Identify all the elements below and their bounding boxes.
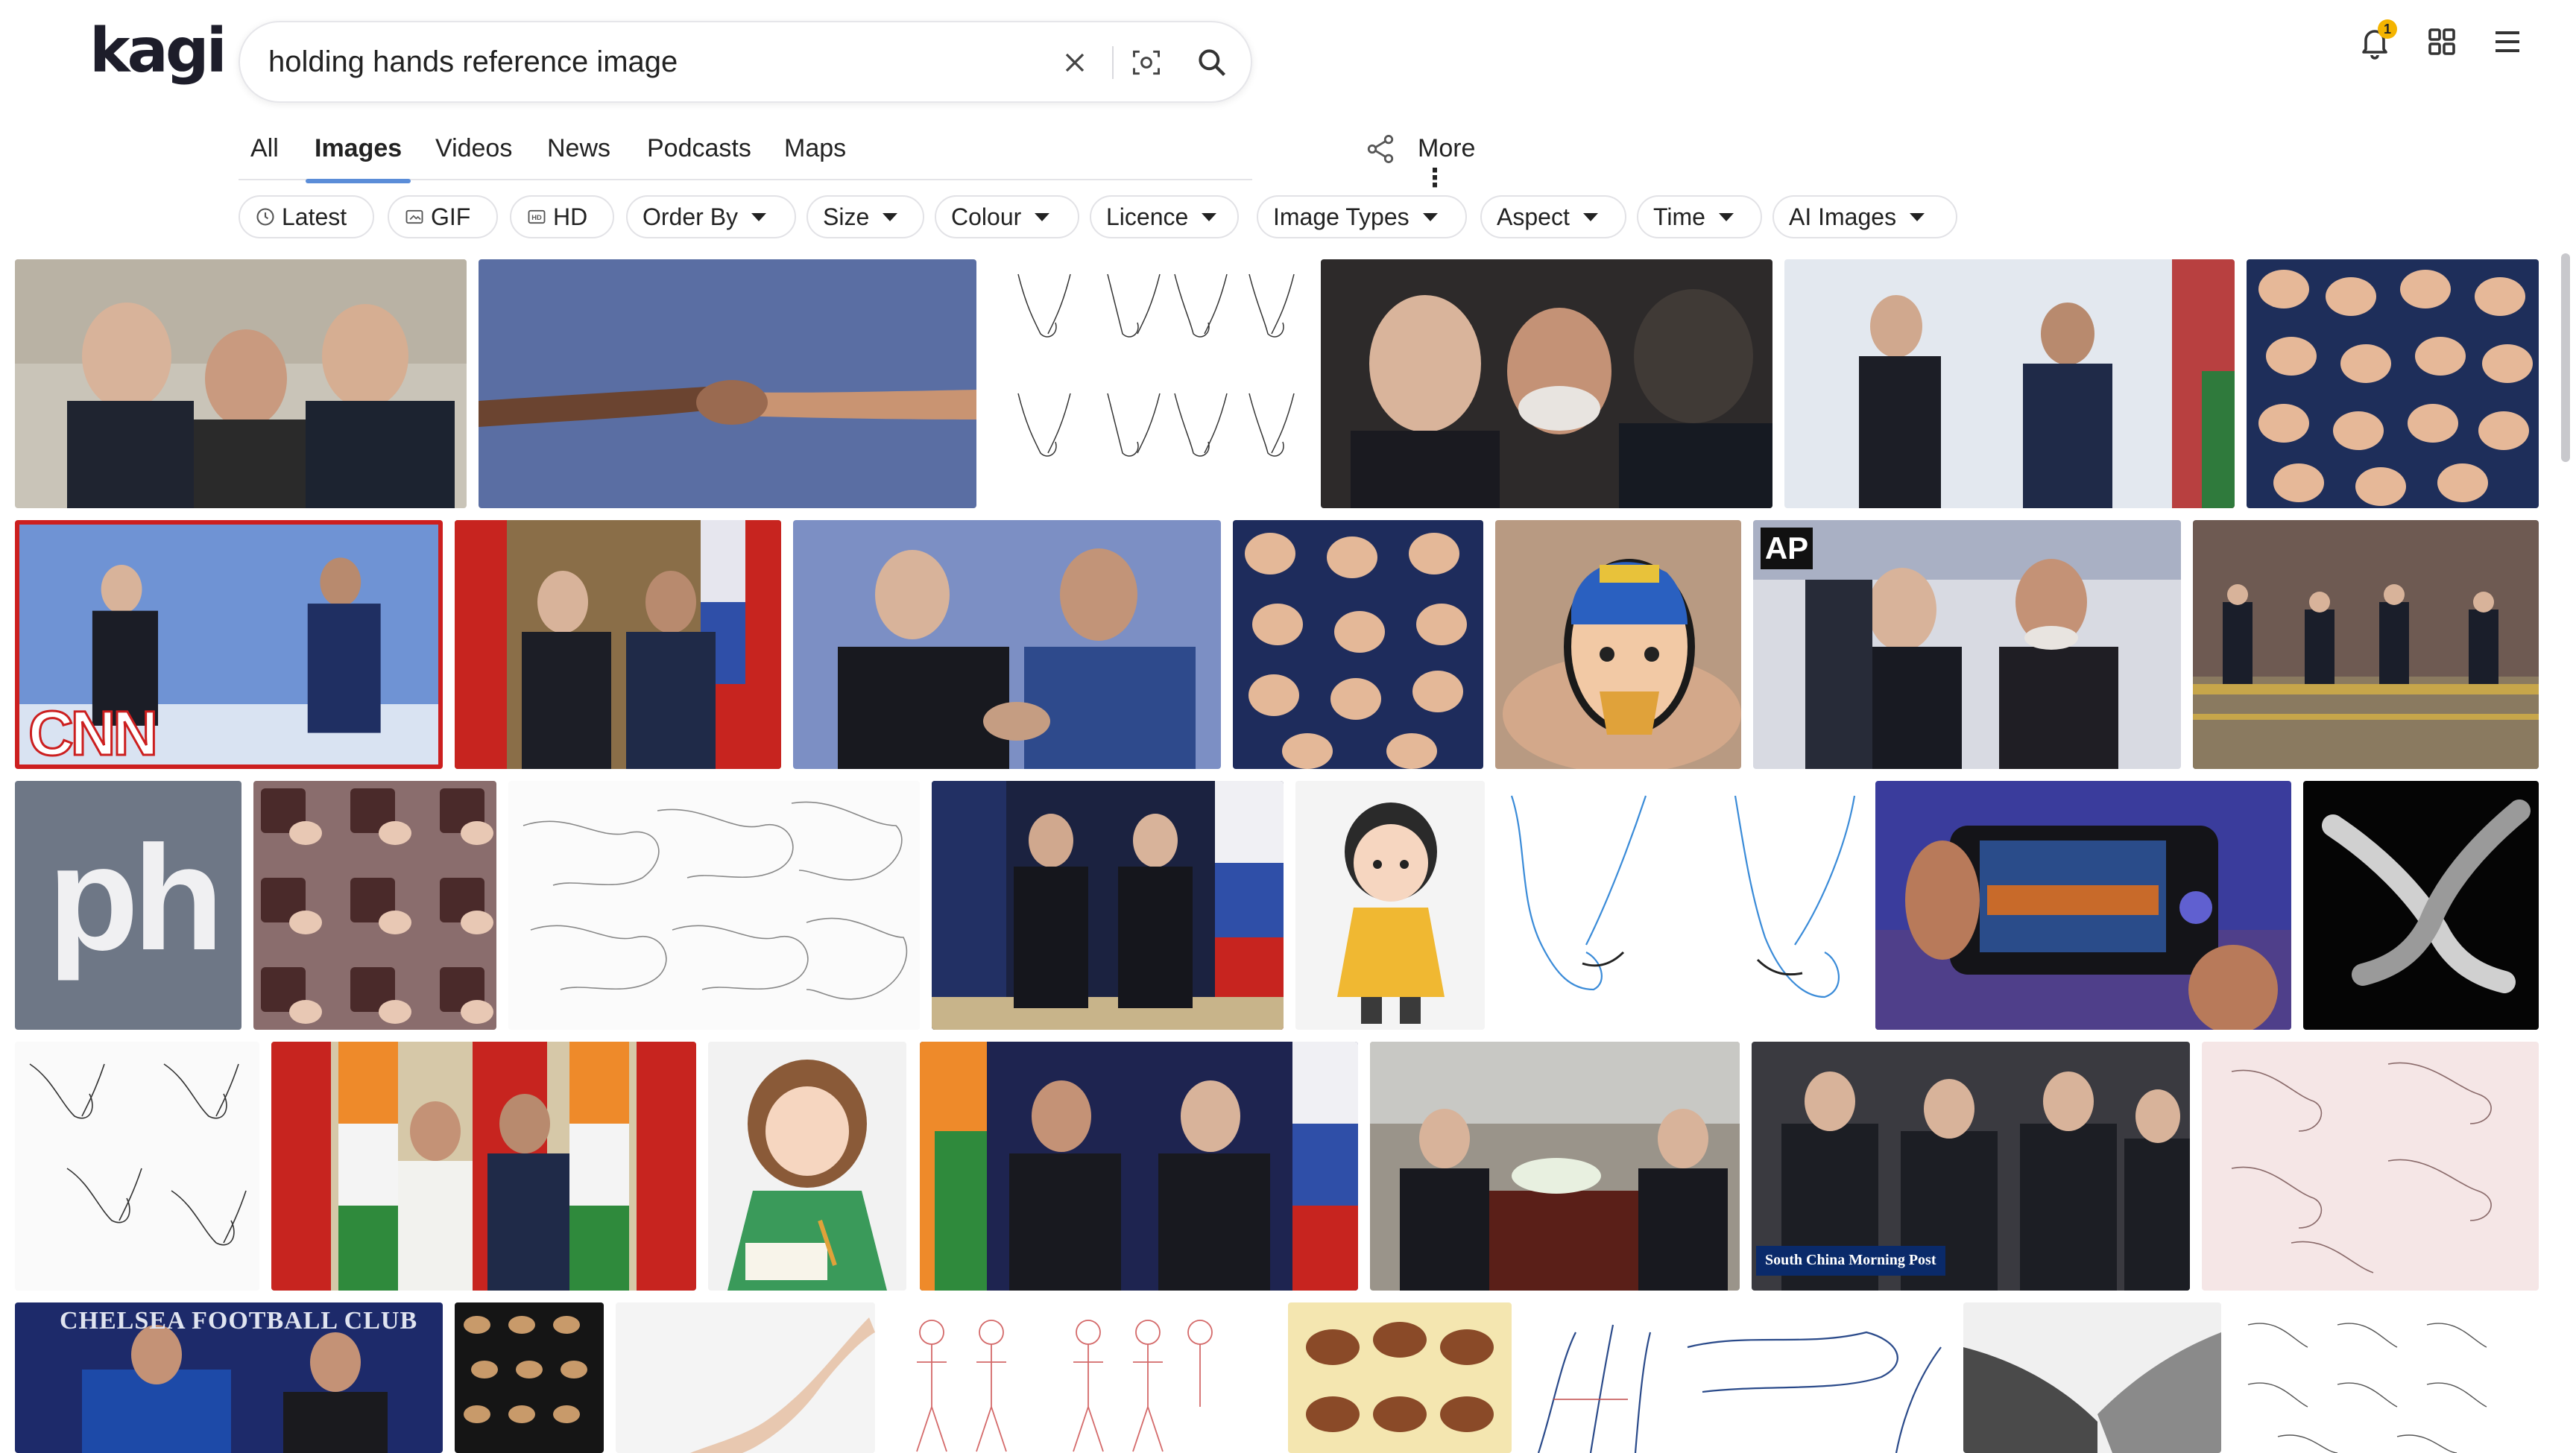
- image-result[interactable]: [1370, 1042, 1740, 1291]
- filter-size[interactable]: Size: [806, 195, 924, 238]
- image-result[interactable]: [15, 1042, 259, 1291]
- image-result[interactable]: [1288, 1302, 1512, 1453]
- image-result[interactable]: [1963, 1302, 2221, 1453]
- caret-down-icon: [1582, 212, 1598, 221]
- image-result[interactable]: CHELSEA FOOTBALL CLUB: [15, 1302, 443, 1453]
- image-result[interactable]: [2193, 520, 2539, 769]
- image-result[interactable]: [1321, 259, 1772, 508]
- close-icon[interactable]: [1055, 43, 1094, 82]
- image-result[interactable]: [1295, 781, 1485, 1030]
- tab-news[interactable]: News: [547, 134, 610, 180]
- filter-gif[interactable]: GIF: [388, 195, 498, 238]
- filter-label: Licence: [1106, 203, 1189, 230]
- caret-down-icon: [1035, 212, 1050, 221]
- search-icon[interactable]: [1193, 43, 1231, 82]
- cnn-watermark: CNN: [28, 697, 160, 768]
- scmp-watermark: South China Morning Post: [1756, 1246, 1945, 1276]
- filter-label: Image Types: [1273, 203, 1409, 230]
- image-result[interactable]: [2233, 1302, 2539, 1453]
- gif-icon: [405, 209, 423, 224]
- chelsea-watermark: CHELSEA FOOTBALL CLUB: [60, 1307, 418, 1335]
- image-result[interactable]: [2303, 781, 2539, 1030]
- caret-down-icon: [883, 212, 898, 221]
- search-divider: [1112, 46, 1114, 79]
- search-tabs: All Images Videos News Podcasts Maps Mor…: [239, 127, 1475, 192]
- more-dots-icon: ⋮: [1422, 164, 1448, 192]
- image-result[interactable]: [1495, 520, 1741, 769]
- search-input[interactable]: [268, 22, 1014, 101]
- filter-label: GIF: [431, 203, 471, 230]
- image-result[interactable]: [1497, 781, 1866, 1030]
- search-bar: [239, 21, 1252, 103]
- tab-all[interactable]: All: [250, 134, 279, 180]
- svg-text:HD: HD: [531, 214, 542, 221]
- image-result[interactable]: South China Morning Post: [1752, 1042, 2190, 1291]
- image-result[interactable]: [920, 1042, 1358, 1291]
- image-result[interactable]: [1524, 1302, 1951, 1453]
- image-result[interactable]: [455, 520, 781, 769]
- tab-podcasts[interactable]: Podcasts: [647, 134, 751, 180]
- image-result[interactable]: [1233, 520, 1483, 769]
- image-result[interactable]: [932, 781, 1284, 1030]
- filter-latest[interactable]: Latest: [239, 195, 374, 238]
- filter-image-types[interactable]: Image Types: [1257, 195, 1467, 238]
- more-label: More: [1418, 134, 1476, 162]
- tab-videos[interactable]: Videos: [435, 134, 512, 180]
- ph-watermark: ph: [48, 815, 224, 981]
- caret-down-icon: [1910, 212, 1925, 221]
- filter-label: Order By: [643, 203, 739, 230]
- image-result[interactable]: [2247, 259, 2539, 508]
- image-result[interactable]: [271, 1042, 696, 1291]
- filter-time[interactable]: Time: [1637, 195, 1762, 238]
- hamburger-menu-icon[interactable]: [2487, 21, 2528, 63]
- image-result[interactable]: AP: [1753, 520, 2181, 769]
- filter-label: Size: [823, 203, 870, 230]
- filter-label: Aspect: [1497, 203, 1570, 230]
- grid-icon[interactable]: [2421, 21, 2463, 63]
- image-result[interactable]: CNN: [15, 520, 443, 769]
- filter-label: AI Images: [1789, 203, 1897, 230]
- image-result[interactable]: [479, 259, 976, 508]
- image-result[interactable]: [988, 259, 1301, 508]
- hd-icon: HD: [528, 209, 546, 224]
- image-result[interactable]: [887, 1302, 1240, 1453]
- image-result[interactable]: [2202, 1042, 2539, 1291]
- filter-label: Latest: [282, 203, 347, 230]
- filter-aspect[interactable]: Aspect: [1480, 195, 1626, 238]
- ap-watermark: AP: [1761, 528, 1813, 569]
- filter-licence[interactable]: Licence: [1090, 195, 1239, 238]
- caret-down-icon: [751, 212, 767, 221]
- tab-images[interactable]: Images: [305, 134, 411, 183]
- image-search-icon[interactable]: [1127, 43, 1166, 82]
- image-result[interactable]: [708, 1042, 906, 1291]
- kagi-logo[interactable]: kagi: [89, 21, 227, 82]
- filter-ai-images[interactable]: AI Images: [1772, 195, 1957, 238]
- image-result[interactable]: [455, 1302, 604, 1453]
- image-result[interactable]: [1784, 259, 2235, 508]
- notification-badge: 1: [2378, 19, 2397, 39]
- filter-label: HD: [553, 203, 588, 230]
- tab-maps[interactable]: Maps: [784, 134, 846, 180]
- filter-label: Colour: [951, 203, 1022, 230]
- image-result[interactable]: [793, 520, 1221, 769]
- clock-icon: [256, 208, 274, 226]
- caret-down-icon: [1202, 212, 1217, 221]
- filter-colour[interactable]: Colour: [935, 195, 1079, 238]
- filter-hd[interactable]: HD HD: [510, 195, 614, 238]
- share-icon[interactable]: [1364, 133, 1397, 165]
- more-menu[interactable]: More⋮: [1418, 134, 1475, 193]
- image-result[interactable]: [15, 259, 467, 508]
- filter-order-by[interactable]: Order By: [626, 195, 796, 238]
- bell-icon[interactable]: 1: [2354, 19, 2397, 63]
- image-result[interactable]: [253, 781, 496, 1030]
- image-result[interactable]: [508, 781, 920, 1030]
- caret-down-icon: [1422, 212, 1438, 221]
- image-result[interactable]: [616, 1302, 875, 1453]
- caret-down-icon: [1718, 212, 1734, 221]
- filter-label: Time: [1653, 203, 1705, 230]
- image-result[interactable]: ph: [15, 781, 242, 1030]
- page-scrollbar[interactable]: [2561, 253, 2570, 462]
- image-result[interactable]: [1875, 781, 2291, 1030]
